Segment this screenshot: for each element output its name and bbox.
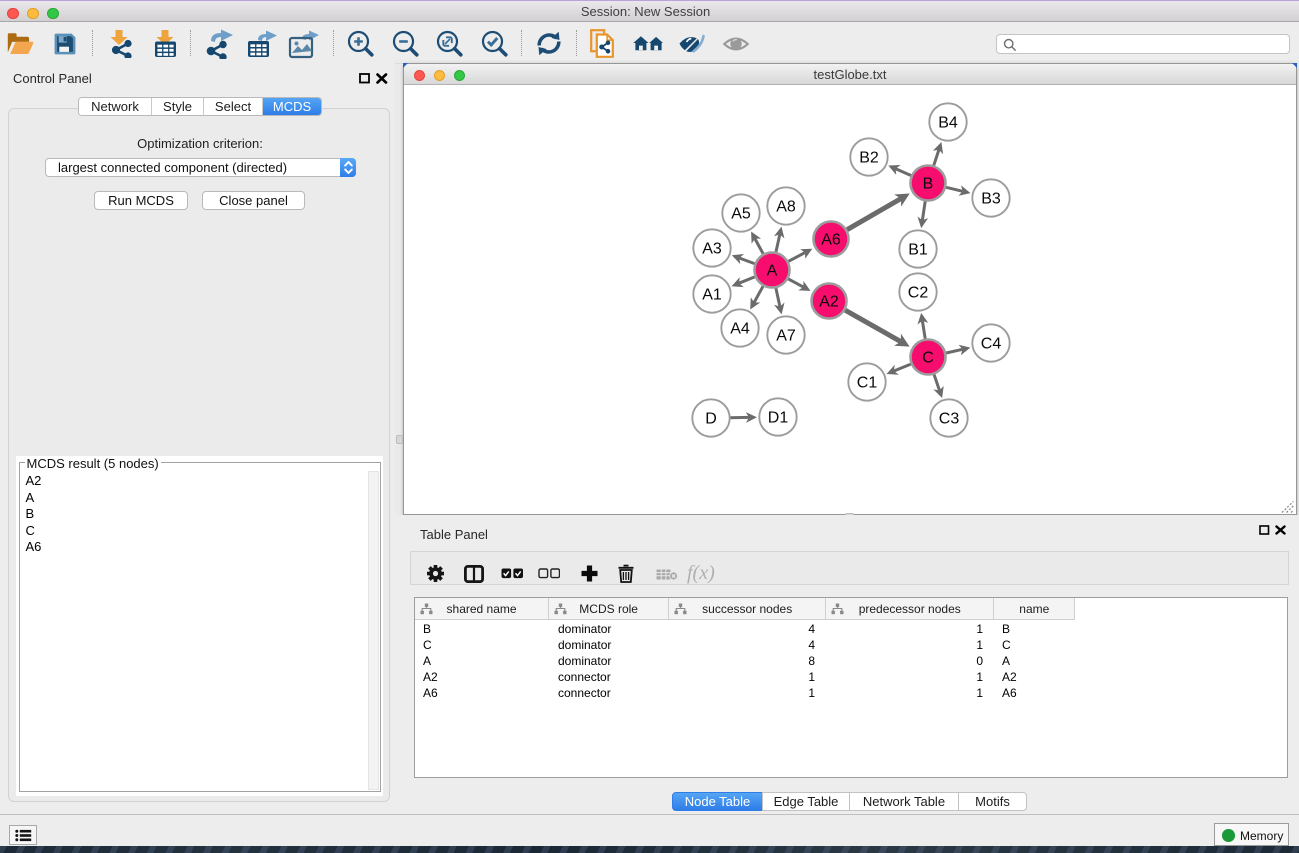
svg-text:A3: A3 (702, 241, 722, 258)
svg-text:B3: B3 (981, 191, 1001, 208)
svg-text:A2: A2 (819, 294, 839, 311)
svg-text:A5: A5 (731, 206, 751, 223)
svg-text:A: A (767, 263, 778, 280)
svg-text:A1: A1 (702, 287, 722, 304)
svg-text:A7: A7 (776, 328, 796, 345)
svg-text:A6: A6 (821, 232, 841, 249)
svg-text:C3: C3 (939, 411, 960, 428)
svg-text:D1: D1 (768, 410, 789, 427)
svg-text:B1: B1 (908, 242, 928, 259)
svg-text:C: C (922, 350, 934, 367)
svg-text:B: B (923, 176, 934, 193)
svg-text:A4: A4 (730, 321, 750, 338)
svg-text:A8: A8 (776, 199, 796, 216)
svg-text:C4: C4 (981, 336, 1002, 353)
svg-text:D: D (705, 411, 717, 428)
svg-text:B2: B2 (859, 150, 879, 167)
svg-text:C2: C2 (908, 285, 929, 302)
svg-text:B4: B4 (938, 115, 958, 132)
svg-text:C1: C1 (857, 375, 878, 392)
